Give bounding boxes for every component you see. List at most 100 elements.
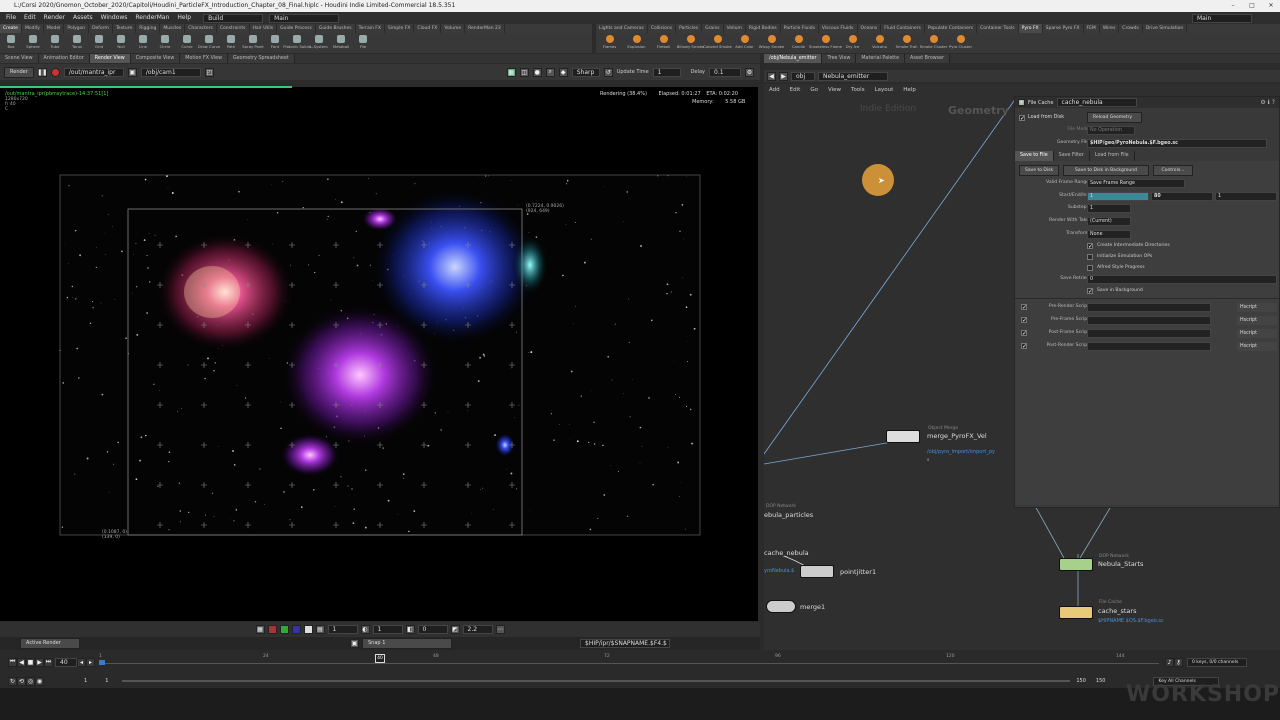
pane-tab[interactable]: Render View	[89, 54, 131, 63]
shelf-tool[interactable]: Flames	[596, 33, 623, 53]
net-menu-help[interactable]: Help	[898, 87, 921, 93]
audio-icon[interactable]: ♪	[1165, 657, 1174, 667]
geometry-file-field[interactable]: $HIP/geo/PyroNebula.$F.bgeo.sc	[1087, 139, 1267, 148]
pre-render-lang[interactable]: Hscript	[1237, 303, 1277, 312]
snap-field[interactable]: Snap 1	[362, 638, 452, 649]
lut-icon[interactable]: ▤	[315, 625, 325, 634]
current-frame-field[interactable]: 40	[55, 657, 77, 667]
forward-icon[interactable]: ▶	[779, 71, 788, 81]
pane-tab[interactable]: /obj/Nebula_emitter	[764, 54, 823, 63]
step-back-icon[interactable]: ◂	[77, 657, 86, 667]
realtime-icon[interactable]: ↻	[8, 676, 17, 686]
region-icon[interactable]: ◰	[204, 67, 214, 77]
range-end[interactable]: 150	[1076, 678, 1086, 684]
shelf-tab[interactable]: Fluid Containers	[881, 24, 925, 33]
shelf-tool[interactable]: L-System	[308, 33, 330, 53]
shelf-tool[interactable]: Platonic Solids	[283, 33, 311, 53]
valid-frame-range-dropdown[interactable]: Save Frame Range	[1087, 179, 1185, 188]
reload-geometry-button[interactable]: Reload Geometry	[1087, 112, 1142, 123]
net-menu-view[interactable]: View	[823, 87, 846, 93]
shelf-tab[interactable]: Drive Simulation	[1143, 24, 1188, 33]
minimize-icon[interactable]: –	[1224, 0, 1242, 12]
shelf-tab[interactable]: RenderMan 23	[465, 24, 505, 33]
pane-tab[interactable]: Geometry Spreadsheet	[228, 54, 295, 63]
pane-tab[interactable]: Scene View	[0, 54, 39, 63]
options-icon[interactable]: ⚙	[745, 67, 754, 77]
close-icon[interactable]: ✕	[1262, 0, 1280, 12]
frame-field-b[interactable]: 1	[372, 625, 403, 634]
render-button[interactable]: Render	[4, 66, 34, 78]
maximize-icon[interactable]: □	[1243, 0, 1261, 12]
shelf-tab[interactable]: Particles	[676, 24, 703, 33]
range-start[interactable]: 1	[84, 678, 87, 684]
shelf-tool[interactable]: Path	[220, 33, 242, 53]
desktop-dropdown[interactable]: Main	[269, 13, 340, 23]
ipr-toggle-icon[interactable]: ▦	[506, 67, 516, 77]
pane-tab[interactable]: Asset Browser	[905, 54, 951, 63]
shelf-tab[interactable]: Grains	[702, 24, 724, 33]
save-retries-field[interactable]: 0	[1087, 275, 1277, 284]
init-sim-checkbox[interactable]	[1087, 254, 1093, 260]
post-render-field[interactable]	[1087, 342, 1211, 351]
shelf-tab[interactable]: Collisions	[648, 24, 677, 33]
shelf-tool[interactable]: Circle	[154, 33, 176, 53]
menu-renderman[interactable]: RenderMan	[131, 12, 173, 24]
shelf-tab[interactable]: Hair Utils	[250, 24, 278, 33]
offset-icon[interactable]: ◧	[405, 625, 415, 634]
shelf-tab[interactable]: Particle Fluids	[781, 24, 819, 33]
post-render-lang[interactable]: Hscript	[1237, 342, 1277, 351]
go-start-icon[interactable]: ⏮	[8, 657, 17, 667]
save-to-disk-background-button[interactable]: Save to Disk in Background	[1063, 165, 1149, 176]
shelf-tool[interactable]: Grid	[88, 33, 110, 53]
shelf-tool[interactable]: Pyro Cluster	[947, 33, 974, 53]
shelf-tool[interactable]: Explosion	[623, 33, 650, 53]
range-start-2[interactable]: 1	[105, 678, 108, 684]
loop-icon[interactable]: ⟲	[17, 676, 26, 686]
path-node[interactable]: Nebula_emitter	[818, 71, 888, 81]
menu-help[interactable]: Help	[173, 12, 195, 24]
shelf-tab[interactable]: Vellum	[724, 24, 746, 33]
path-obj[interactable]: obj	[791, 71, 815, 81]
right-desktop-dropdown[interactable]: Main	[1192, 13, 1252, 23]
tab-load-from-file[interactable]: Load from File	[1089, 151, 1135, 161]
menu-edit[interactable]: Edit	[20, 12, 40, 24]
light-icon[interactable]: ●	[532, 67, 542, 77]
post-frame-checkbox[interactable]: ✓	[1021, 330, 1027, 337]
shelf-tool[interactable]: Volcano	[866, 33, 893, 53]
shelf-tab[interactable]: Sparse Pyro FX	[1043, 24, 1084, 33]
shelf-tab[interactable]: Crowds	[1119, 24, 1143, 33]
menu-windows[interactable]: Windows	[97, 12, 132, 24]
node-body[interactable]	[800, 565, 834, 578]
snapshot-path-field[interactable]: $HIP/ipr/$SNAPNAME.$F4.$	[580, 639, 670, 648]
sim-icon[interactable]: ◎	[26, 676, 35, 686]
sharp-dropdown[interactable]: Sharp	[571, 67, 600, 77]
shelf-tab[interactable]: Rigging	[136, 24, 161, 33]
shelf-tab[interactable]: Populate Containers	[925, 24, 978, 33]
gamma-field[interactable]: 2.2	[462, 625, 493, 634]
shelf-tab[interactable]: Pyro FX	[1018, 24, 1043, 33]
substeps-field[interactable]: 1	[1087, 204, 1131, 213]
shelf-tool[interactable]: Smokeless Flame	[809, 33, 842, 53]
shelf-tab[interactable]: Modify	[22, 24, 44, 33]
shelf-tool[interactable]: Line	[132, 33, 154, 53]
shelf-tab[interactable]: Volume	[441, 24, 466, 33]
shelf-tab[interactable]: Model	[44, 24, 65, 33]
shelf-tab[interactable]: Rigid Bodies	[746, 24, 781, 33]
shelf-tab[interactable]: Polygon	[64, 24, 90, 33]
alpha-channel-icon[interactable]	[303, 625, 313, 634]
shelf-tab[interactable]: Characters	[185, 24, 217, 33]
shelf-tab[interactable]: Muscles	[160, 24, 186, 33]
red-channel-icon[interactable]	[267, 625, 277, 634]
pre-render-field[interactable]	[1087, 303, 1211, 312]
pre-render-checkbox[interactable]: ✓	[1021, 304, 1027, 311]
shelf-tab[interactable]: Container Tools	[977, 24, 1019, 33]
pre-frame-field[interactable]	[1087, 316, 1211, 325]
shelf-tool[interactable]: Tube	[44, 33, 66, 53]
pre-frame-lang[interactable]: Hscript	[1237, 316, 1277, 325]
shelf-tab[interactable]: Wires	[1100, 24, 1120, 33]
zoom-icon[interactable]: ⌕	[545, 67, 555, 77]
file-mode-dropdown[interactable]: No Operation	[1087, 126, 1135, 135]
shelf-tool[interactable]: Smoke Cluster	[920, 33, 947, 53]
build-dropdown[interactable]: Build	[203, 13, 264, 23]
shelf-tool[interactable]: Dry Ice	[839, 33, 866, 53]
